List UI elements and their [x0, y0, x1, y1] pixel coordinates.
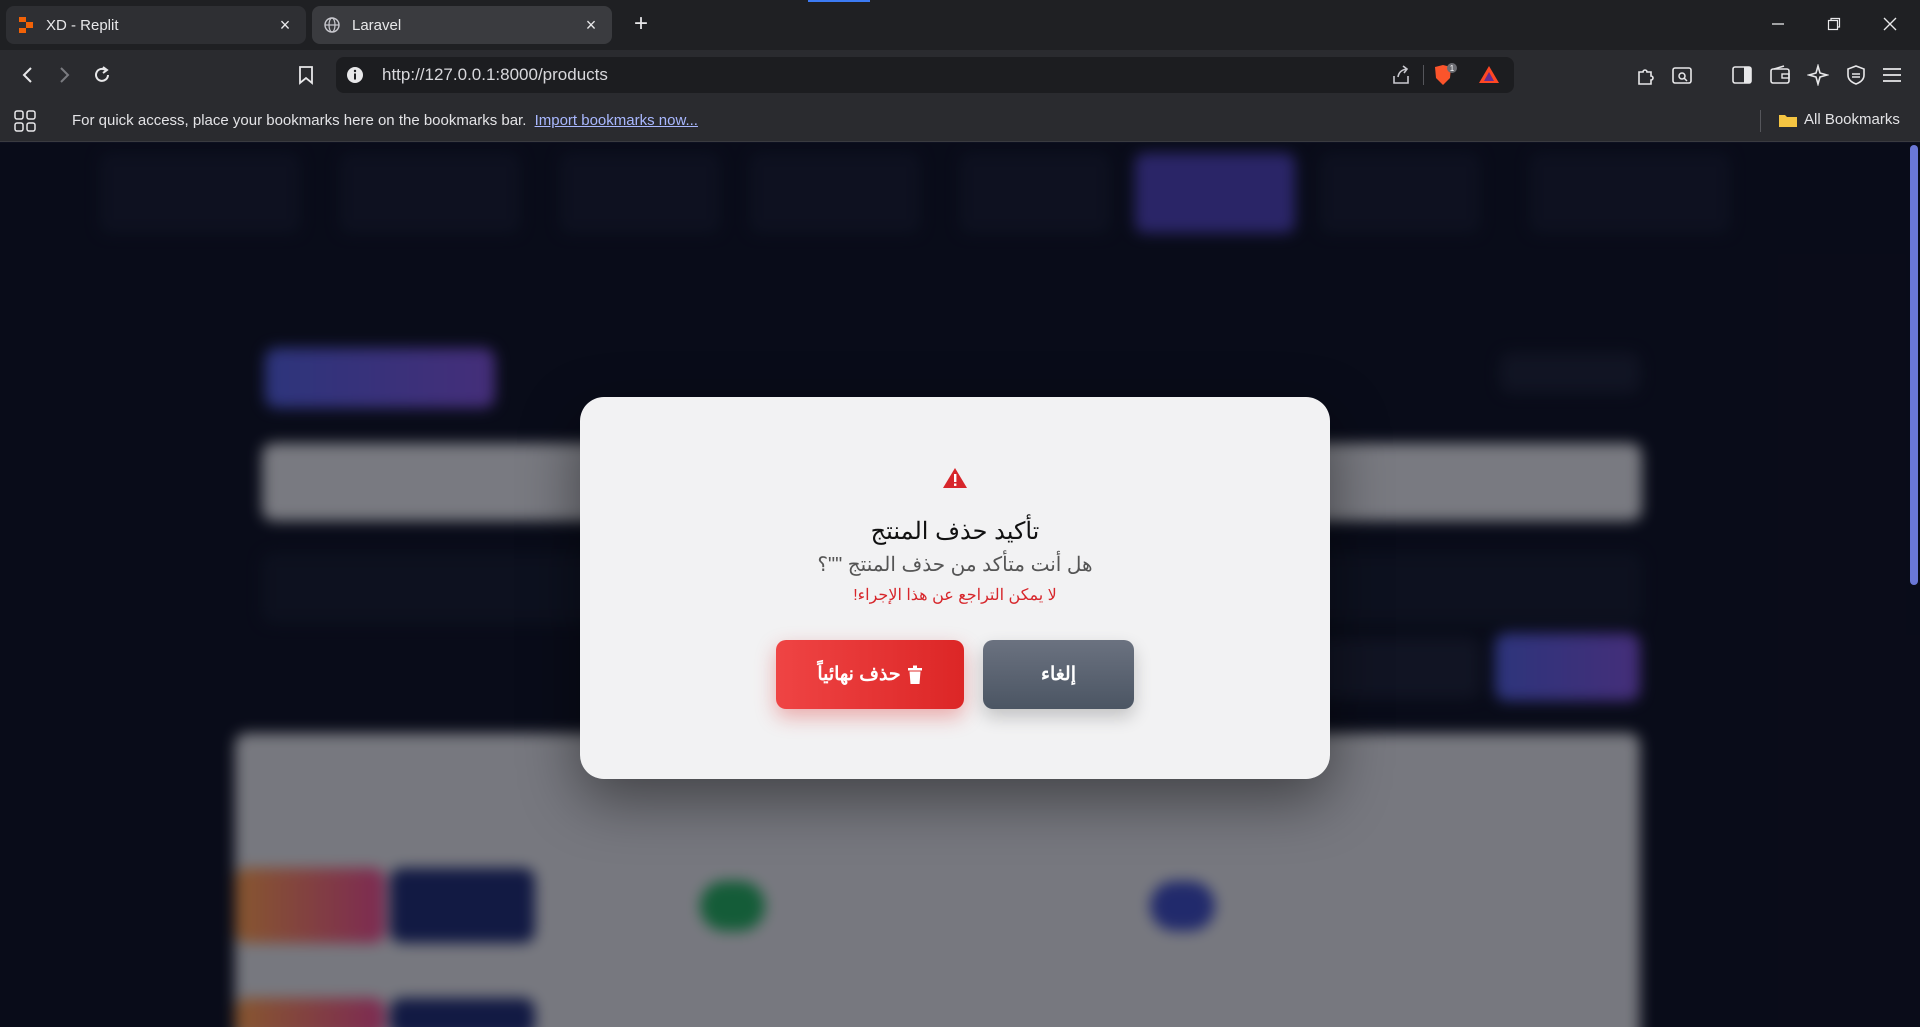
- confirm-delete-label: حذف نهائياً: [817, 664, 901, 685]
- share-icon[interactable]: [1390, 64, 1412, 91]
- tab-strip: XD - Replit × Laravel × +: [0, 0, 1920, 50]
- restore-icon[interactable]: [1820, 12, 1848, 36]
- tab-title: Laravel: [352, 16, 402, 34]
- extensions-icon[interactable]: [1632, 61, 1660, 89]
- page-scrollbar[interactable]: [1910, 145, 1918, 585]
- site-info-icon[interactable]: [346, 66, 364, 84]
- replit-icon: [18, 17, 34, 33]
- shields-badge-count: 1: [1450, 64, 1455, 73]
- address-bar[interactable]: http://127.0.0.1:8000/products 1: [336, 57, 1514, 93]
- bookmarks-hint-text: For quick access, place your bookmarks h…: [72, 112, 527, 129]
- reload-icon[interactable]: [88, 61, 116, 89]
- apps-grid-icon[interactable]: [14, 110, 36, 137]
- trash-icon: [907, 665, 922, 684]
- leo-ai-icon[interactable]: [1804, 61, 1832, 89]
- back-icon[interactable]: [14, 61, 42, 89]
- modal-title: تأكيد حذف المنتج: [870, 518, 1040, 545]
- menu-icon[interactable]: [1878, 61, 1906, 89]
- tab-laravel[interactable]: Laravel ×: [312, 6, 612, 44]
- cancel-label: إلغاء: [1041, 664, 1076, 685]
- url-text[interactable]: http://127.0.0.1:8000/products: [382, 65, 608, 85]
- bookmarks-bar: For quick access, place your bookmarks h…: [0, 100, 1920, 142]
- sidebar-icon[interactable]: [1728, 61, 1756, 89]
- folder-icon: [1779, 114, 1797, 127]
- bookmarks-hint: For quick access, place your bookmarks h…: [72, 112, 698, 129]
- tab-xd-replit[interactable]: XD - Replit ×: [6, 6, 306, 44]
- globe-icon: [324, 17, 340, 33]
- tab-title: XD - Replit: [46, 16, 119, 34]
- omnibox-divider: [1423, 65, 1424, 85]
- confirm-delete-button[interactable]: حذف نهائياً: [776, 640, 964, 709]
- warning-icon: [943, 468, 967, 488]
- reader-mode-icon[interactable]: [1668, 61, 1696, 89]
- all-bookmarks-label: All Bookmarks: [1804, 111, 1900, 128]
- brave-shields-icon[interactable]: 1: [1432, 63, 1458, 92]
- close-tab-icon[interactable]: ×: [276, 15, 294, 35]
- bookmarks-divider: [1760, 110, 1761, 132]
- forward-icon[interactable]: [50, 61, 78, 89]
- minimize-icon[interactable]: [1764, 12, 1792, 36]
- close-tab-icon[interactable]: ×: [582, 15, 600, 35]
- all-bookmarks-button[interactable]: All Bookmarks: [1778, 111, 1900, 128]
- brave-rewards-icon[interactable]: [1478, 64, 1500, 89]
- modal-warning-text: لا يمكن التراجع عن هذا الإجراء!: [853, 587, 1057, 604]
- delete-confirm-modal: تأكيد حذف المنتج هل أنت متأكد من حذف الم…: [580, 397, 1330, 779]
- vpn-icon[interactable]: [1842, 61, 1870, 89]
- modal-message: هل أنت متأكد من حذف المنتج ""؟: [817, 554, 1093, 576]
- tab-strip-accent: [808, 0, 870, 2]
- close-window-icon[interactable]: [1876, 12, 1904, 36]
- new-tab-button[interactable]: +: [628, 12, 654, 38]
- bookmark-icon[interactable]: [292, 61, 320, 89]
- cancel-button[interactable]: إلغاء: [983, 640, 1134, 709]
- wallet-icon[interactable]: [1766, 61, 1794, 89]
- browser-toolbar: http://127.0.0.1:8000/products 1: [0, 50, 1920, 100]
- import-bookmarks-link[interactable]: Import bookmarks now...: [535, 112, 698, 129]
